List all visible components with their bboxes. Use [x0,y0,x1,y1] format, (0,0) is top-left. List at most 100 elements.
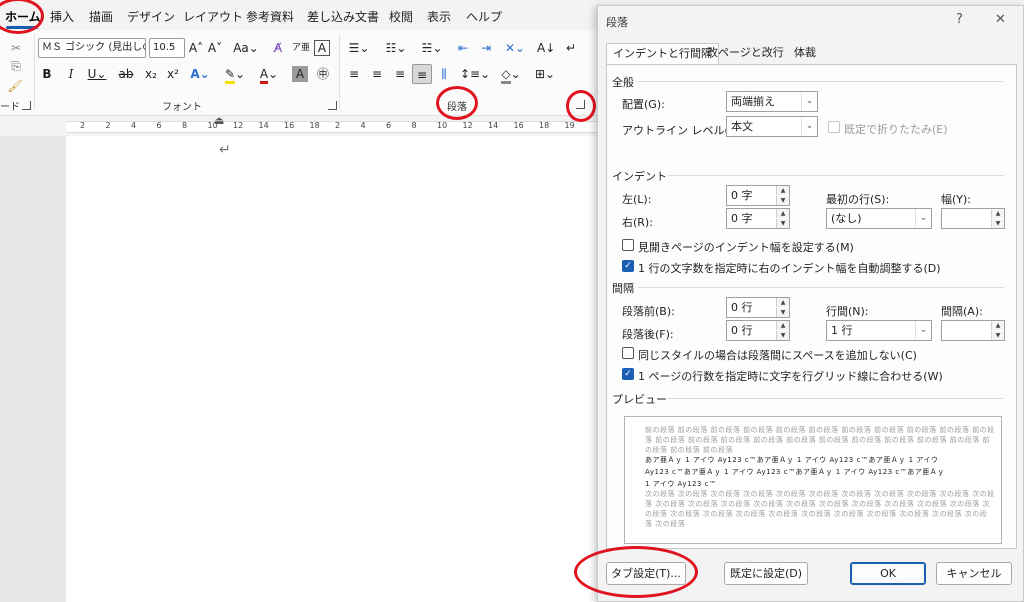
borders-icon[interactable]: ⊞⌄ [532,64,558,84]
tab-references[interactable]: 参考資料 [246,8,294,25]
bullets-icon[interactable]: ☰⌄ [345,38,373,58]
before-spacing-spinner[interactable]: 0 行 ▲ ▼ [726,297,790,318]
spin-up-icon[interactable]: ▲ [776,186,789,195]
cancel-button[interactable]: キャンセル [936,562,1012,585]
spin-down-icon[interactable]: ▼ [991,219,1004,228]
indent-right-label: 右(R): [622,216,653,229]
shading-icon[interactable]: ◇⌄ [498,64,524,84]
tab-help[interactable]: ヘルプ [466,8,502,25]
indent-right-spinner[interactable]: 0 字 ▲ ▼ [726,208,790,229]
first-line-label: 最初の行(S): [826,193,890,206]
font-group-label: フォント [162,102,202,113]
enclose-characters-icon[interactable]: ㊥ [314,64,332,84]
spin-up-icon[interactable]: ▲ [991,209,1004,218]
font-dialog-launcher-icon[interactable] [328,101,337,110]
help-button[interactable]: ? [956,12,963,27]
section-general: 全般 [612,76,634,89]
collapse-default-checkbox[interactable] [828,121,840,133]
font-name-dropdown[interactable]: ＭＳ ゴシック (見出しの [38,38,146,58]
close-button[interactable]: ✕ [995,12,1006,27]
ok-button[interactable]: OK [850,562,926,585]
ruler-number: 16 [513,121,524,130]
character-border-icon[interactable]: A [314,40,330,56]
align-center-icon[interactable]: ≡ [369,64,385,84]
mirror-indents-label: 見開きページのインデント幅を設定する(M) [638,241,854,254]
strikethrough-icon[interactable]: ab [118,64,134,84]
auto-adjust-indent-checkbox[interactable]: ✓ [622,260,634,272]
sort-icon[interactable]: A↓ [537,38,555,58]
set-default-button[interactable]: 既定に設定(D) [724,562,808,585]
shrink-font-icon[interactable]: A˅ [207,38,223,58]
tab-line-page-breaks[interactable]: 改ページと改行 [701,43,790,65]
superscript-icon[interactable]: x² [165,64,181,84]
snap-to-grid-checkbox[interactable]: ✓ [622,368,634,380]
font-size-dropdown[interactable]: 10.5 [149,38,185,58]
clipboard-group-label: ード [0,102,20,113]
document-page[interactable]: ↵ [66,136,598,602]
distribute-icon[interactable]: ⫼ [435,64,453,84]
asian-layout-icon[interactable]: ✕⌄ [502,38,528,58]
tab-layout[interactable]: レイアウト [183,8,243,25]
alignment-select[interactable]: 両端揃え ⌄ [726,91,818,112]
horizontal-ruler[interactable] [0,116,598,136]
line-spacing-select[interactable]: 1 行 ⌄ [826,320,932,341]
tab-insert[interactable]: 挿入 [50,8,74,25]
line-spacing-icon[interactable]: ↕≡⌄ [460,64,490,84]
spin-down-icon[interactable]: ▼ [776,219,789,228]
spin-up-icon[interactable]: ▲ [776,209,789,218]
mirror-indents-checkbox[interactable] [622,239,634,251]
justify-icon[interactable]: ≡ [412,64,432,84]
indent-left-spinner[interactable]: 0 字 ▲ ▼ [726,185,790,206]
tab-view[interactable]: 表示 [427,8,451,25]
font-color-icon[interactable]: A⌄ [256,64,282,84]
change-case-icon[interactable]: Aa⌄ [232,38,260,58]
first-line-select[interactable]: (なし) ⌄ [826,208,932,229]
character-shading-icon[interactable]: A [292,66,308,82]
multilevel-list-icon[interactable]: ☵⌄ [418,38,446,58]
text-effects-icon[interactable]: A⌄ [189,64,211,84]
copy-icon[interactable]: ⎘ [8,56,24,76]
italic-icon[interactable]: I [64,64,78,84]
indent-width-spinner[interactable]: ▲ ▼ [941,208,1005,229]
line-spacing-at-spinner[interactable]: ▲ ▼ [941,320,1005,341]
highlight-color-icon[interactable]: ✎⌄ [222,64,248,84]
align-left-icon[interactable]: ≡ [346,64,362,84]
word-window: ホーム 挿入 描画 デザイン レイアウト 参考資料 差し込み文書 校閲 表示 ヘ… [0,0,598,602]
spin-down-icon[interactable]: ▼ [991,331,1004,340]
no-space-same-style-checkbox[interactable] [622,347,634,359]
phonetic-guide-icon[interactable]: ア亜 [292,38,310,58]
grow-font-icon[interactable]: A˄ [188,38,204,58]
tab-review[interactable]: 校閲 [389,8,413,25]
indent-marker-icon[interactable]: ⏏ [214,114,224,127]
alignment-label: 配置(G): [622,98,665,111]
alignment-value: 両端揃え [731,95,775,108]
spin-down-icon[interactable]: ▼ [776,331,789,340]
align-right-icon[interactable]: ≡ [392,64,408,84]
format-painter-icon[interactable]: 🖌 [6,76,24,96]
cut-icon[interactable]: ✂ [8,38,24,58]
outline-level-select[interactable]: 本文 ⌄ [726,116,818,137]
spin-up-icon[interactable]: ▲ [776,298,789,307]
after-spacing-spinner[interactable]: 0 行 ▲ ▼ [726,320,790,341]
show-hide-marks-icon[interactable]: ↵ [562,38,580,58]
spin-down-icon[interactable]: ▼ [776,308,789,317]
underline-icon[interactable]: U⌄ [86,64,108,84]
subscript-icon[interactable]: x₂ [143,64,159,84]
tab-draw[interactable]: 描画 [89,8,113,25]
before-spacing-value: 0 行 [731,301,753,314]
spin-up-icon[interactable]: ▲ [776,321,789,330]
section-indent: インデント [612,170,667,183]
bold-icon[interactable]: B [40,64,54,84]
tab-mailings[interactable]: 差し込み文書 [307,8,379,25]
decrease-indent-icon[interactable]: ⇤ [455,38,471,58]
numbering-icon[interactable]: ☷⌄ [382,38,410,58]
line-spacing-value: 1 行 [831,324,853,337]
spin-down-icon[interactable]: ▼ [776,196,789,205]
section-preview: プレビュー [612,393,667,406]
spin-up-icon[interactable]: ▲ [991,321,1004,330]
clear-formatting-icon[interactable]: A̸ [270,38,286,58]
tab-asian-typography[interactable]: 体裁 [788,43,822,65]
clipboard-dialog-launcher-icon[interactable] [22,101,31,110]
tab-design[interactable]: デザイン [127,8,175,25]
increase-indent-icon[interactable]: ⇥ [478,38,494,58]
